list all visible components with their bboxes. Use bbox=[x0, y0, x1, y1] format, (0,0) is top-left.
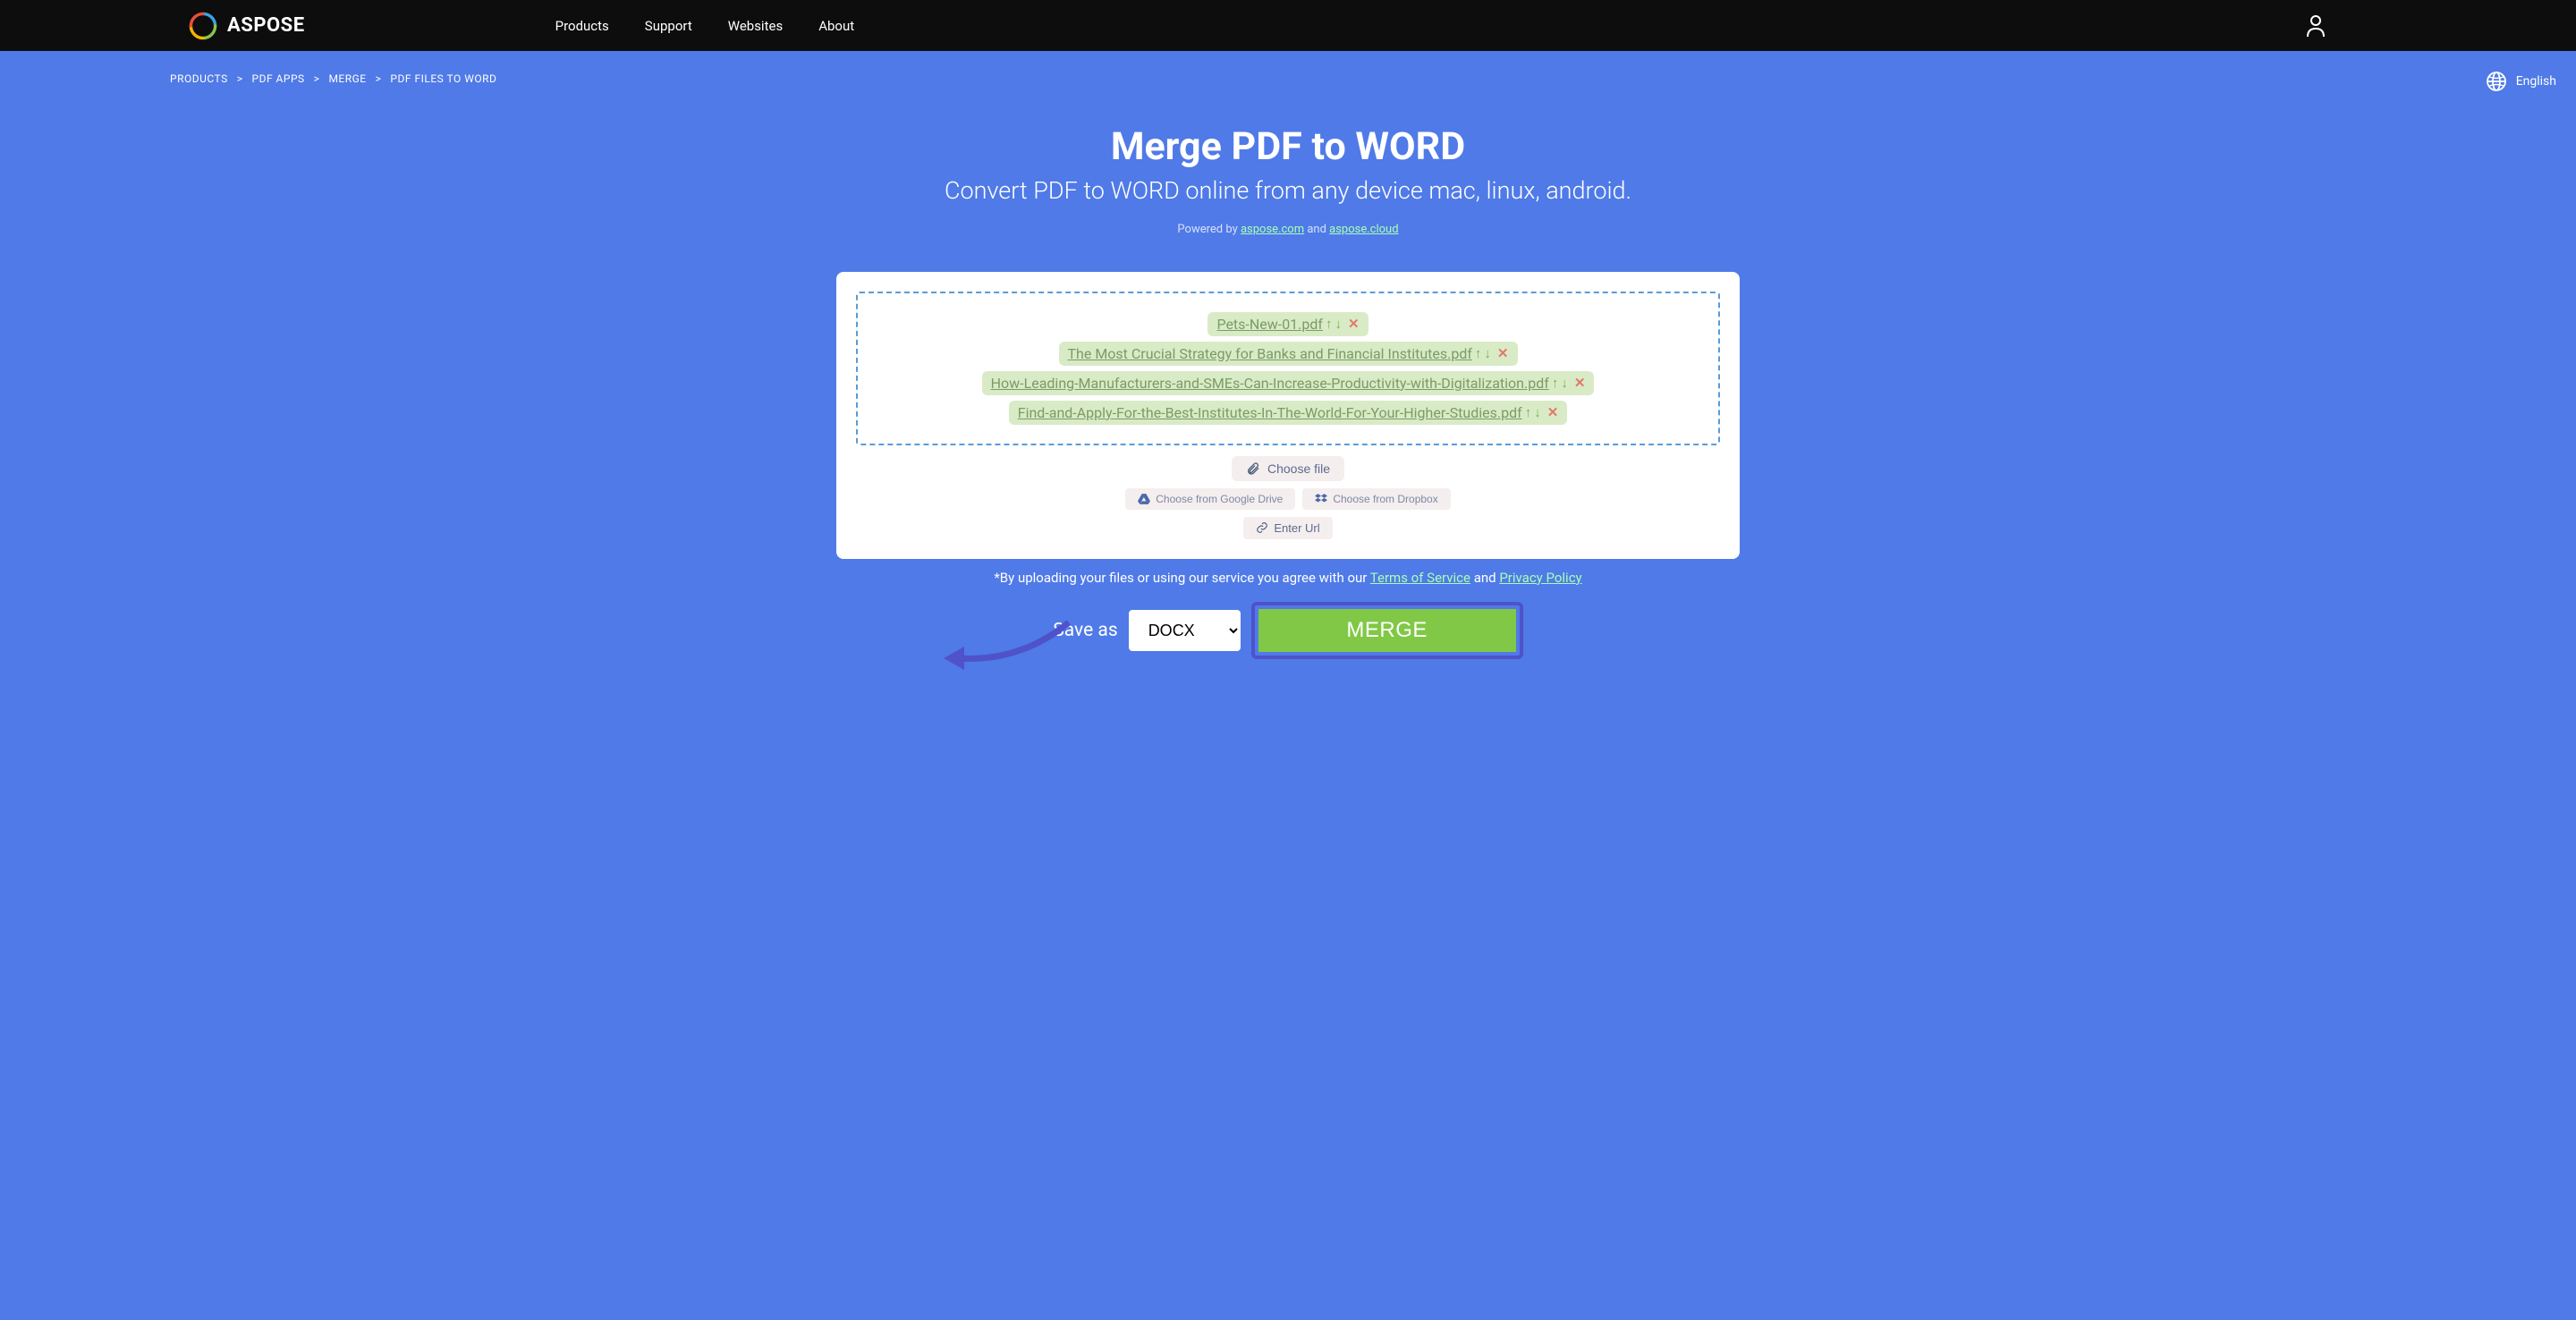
breadcrumb-current: PDF FILES TO WORD bbox=[390, 72, 496, 85]
enter-url-button[interactable]: Enter Url bbox=[1243, 517, 1332, 539]
breadcrumb-products[interactable]: PRODUCTS bbox=[170, 72, 228, 85]
dropbox-icon bbox=[1315, 494, 1327, 504]
file-item: How-Leading-Manufacturers-and-SMEs-Can-I… bbox=[982, 371, 1595, 395]
upload-card: Pets-New-01.pdf ↑ ↓ ✕ The Most Crucial S… bbox=[836, 272, 1740, 559]
move-down-icon[interactable]: ↓ bbox=[1534, 404, 1541, 420]
nav-support[interactable]: Support bbox=[645, 18, 692, 34]
move-down-icon[interactable]: ↓ bbox=[1335, 316, 1342, 332]
breadcrumb-sep: > bbox=[376, 72, 382, 85]
aspose-com-link[interactable]: aspose.com bbox=[1241, 223, 1304, 236]
nav-products[interactable]: Products bbox=[555, 18, 609, 34]
aspose-cloud-link[interactable]: aspose.cloud bbox=[1329, 223, 1398, 236]
language-label: English bbox=[2516, 74, 2556, 89]
user-icon bbox=[2306, 14, 2326, 38]
google-drive-icon bbox=[1138, 494, 1150, 504]
move-up-icon[interactable]: ↑ bbox=[1525, 404, 1532, 420]
file-item: Pets-New-01.pdf ↑ ↓ ✕ bbox=[1208, 312, 1368, 336]
remove-file-icon[interactable]: ✕ bbox=[1547, 404, 1559, 420]
tos-link[interactable]: Terms of Service bbox=[1370, 570, 1470, 586]
file-name-link[interactable]: Pets-New-01.pdf bbox=[1216, 316, 1323, 333]
file-name-link[interactable]: Find-and-Apply-For-the-Best-Institutes-I… bbox=[1018, 404, 1522, 421]
file-name-link[interactable]: The Most Crucial Strategy for Banks and … bbox=[1068, 345, 1472, 362]
dropbox-label: Choose from Dropbox bbox=[1333, 493, 1437, 505]
breadcrumb-pdf-apps[interactable]: PDF APPS bbox=[252, 72, 305, 85]
remove-file-icon[interactable]: ✕ bbox=[1348, 316, 1360, 332]
user-account-button[interactable] bbox=[2306, 14, 2326, 41]
globe-icon bbox=[2486, 71, 2507, 92]
page-title: Merge PDF to WORD bbox=[0, 124, 2576, 169]
nav-websites[interactable]: Websites bbox=[728, 18, 783, 34]
move-down-icon[interactable]: ↓ bbox=[1561, 375, 1568, 391]
breadcrumb-merge[interactable]: MERGE bbox=[328, 72, 366, 85]
language-selector[interactable]: English bbox=[2486, 71, 2556, 92]
file-item: The Most Crucial Strategy for Banks and … bbox=[1059, 342, 1518, 366]
page-subtitle: Convert PDF to WORD online from any devi… bbox=[921, 173, 1655, 210]
enter-url-label: Enter Url bbox=[1274, 521, 1319, 535]
file-item: Find-and-Apply-For-the-Best-Institutes-I… bbox=[1009, 401, 1568, 425]
choose-file-button[interactable]: Choose file bbox=[1232, 456, 1344, 481]
google-drive-button[interactable]: Choose from Google Drive bbox=[1125, 488, 1295, 510]
brand-logo[interactable]: ASPOSE bbox=[188, 11, 305, 41]
save-as-label: Save as bbox=[1053, 620, 1117, 641]
breadcrumb-sep: > bbox=[314, 72, 320, 85]
powered-by: Powered by aspose.com and aspose.cloud bbox=[0, 223, 2576, 236]
header: ASPOSE Products Support Websites About bbox=[0, 0, 2576, 51]
file-name-link[interactable]: How-Leading-Manufacturers-and-SMEs-Can-I… bbox=[991, 375, 1549, 392]
merge-button[interactable]: MERGE bbox=[1258, 609, 1516, 652]
move-up-icon[interactable]: ↑ bbox=[1475, 345, 1482, 361]
aspose-logo-icon bbox=[188, 11, 218, 41]
brand-text: ASPOSE bbox=[227, 14, 305, 37]
attachment-icon bbox=[1246, 461, 1260, 476]
move-up-icon[interactable]: ↑ bbox=[1326, 316, 1333, 332]
google-drive-label: Choose from Google Drive bbox=[1156, 493, 1283, 505]
nav-about[interactable]: About bbox=[818, 18, 854, 34]
main-content: PRODUCTS > PDF APPS > MERGE > PDF FILES … bbox=[0, 51, 2576, 704]
move-down-icon[interactable]: ↓ bbox=[1484, 345, 1491, 361]
merge-highlight: MERGE bbox=[1251, 602, 1523, 659]
privacy-link[interactable]: Privacy Policy bbox=[1499, 570, 1581, 586]
link-icon bbox=[1256, 521, 1268, 534]
dropbox-button[interactable]: Choose from Dropbox bbox=[1302, 488, 1450, 510]
format-select[interactable]: DOCX bbox=[1129, 610, 1241, 651]
main-nav: Products Support Websites About bbox=[555, 18, 855, 34]
move-up-icon[interactable]: ↑ bbox=[1552, 375, 1559, 391]
legal-text: *By uploading your files or using our se… bbox=[0, 570, 2576, 586]
remove-file-icon[interactable]: ✕ bbox=[1497, 345, 1509, 361]
choose-file-label: Choose file bbox=[1267, 461, 1330, 476]
remove-file-icon[interactable]: ✕ bbox=[1574, 375, 1586, 391]
save-merge-row: Save as DOCX MERGE bbox=[0, 602, 2576, 659]
breadcrumb: PRODUCTS > PDF APPS > MERGE > PDF FILES … bbox=[170, 72, 2576, 85]
breadcrumb-sep: > bbox=[237, 72, 243, 85]
file-dropzone[interactable]: Pets-New-01.pdf ↑ ↓ ✕ The Most Crucial S… bbox=[856, 292, 1720, 445]
